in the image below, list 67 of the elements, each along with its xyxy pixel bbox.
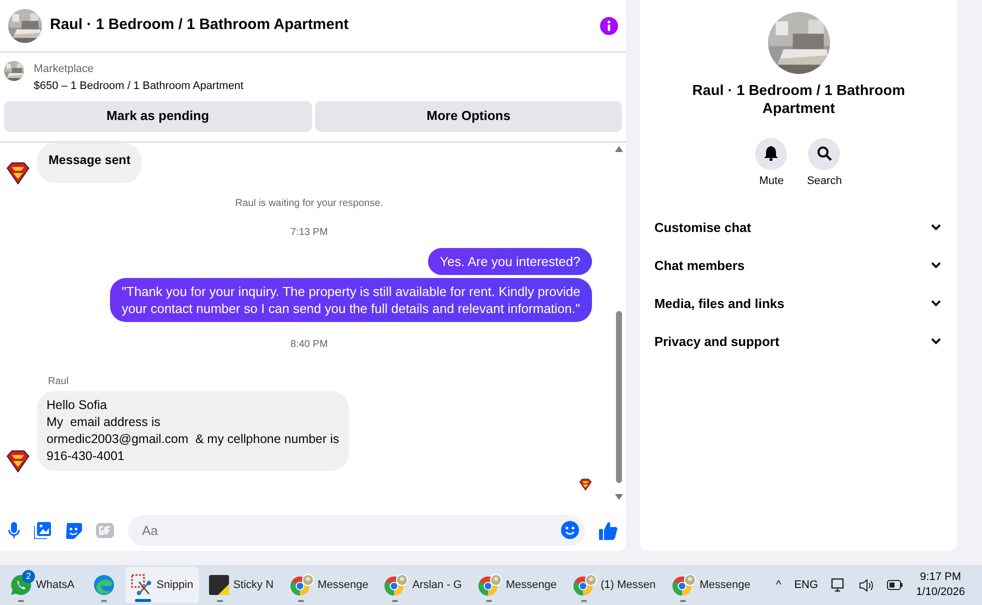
bell-icon (764, 146, 778, 161)
sticker-icon[interactable] (65, 522, 82, 538)
section-header[interactable]: Chat members (654, 246, 943, 285)
browser-icon (478, 574, 502, 596)
search-icon (816, 146, 832, 161)
taskbar-app[interactable]: WhatsA 2 (4, 567, 81, 603)
running-indicator (680, 600, 686, 602)
conversation-title: Raul · 1 Bedroom / 1 Bathroom Apartment (691, 82, 906, 118)
search-label: Search (806, 174, 842, 189)
browser-icon (572, 574, 597, 596)
message-input[interactable]: Aa (128, 514, 586, 546)
language-indicator[interactable]: ENG (794, 576, 818, 594)
taskbar-app[interactable]: Sticky N (203, 567, 280, 603)
taskbar-app[interactable]: Snippin (124, 567, 200, 603)
section-header[interactable]: Privacy and support (654, 322, 943, 361)
emoji-icon[interactable] (561, 521, 580, 539)
search-button[interactable] (808, 138, 840, 170)
clock-time[interactable]: 9:17 PM (916, 570, 965, 585)
scissors-icon (130, 574, 153, 596)
message-bubble: Yes. Are you interested? (428, 248, 592, 274)
info-icon[interactable] (600, 16, 618, 34)
browser-icon (384, 574, 408, 596)
image-icon[interactable] (34, 522, 51, 538)
speaker-icon[interactable] (859, 578, 874, 592)
message-time: 8:40 PM (290, 338, 329, 352)
browser-icon (672, 574, 696, 596)
message-bubble: Message sent (36, 142, 142, 182)
taskbar-app[interactable]: Messenge (666, 567, 756, 603)
clock-date[interactable]: 1/10/2026 (916, 585, 965, 600)
bell-label: Mute (759, 174, 784, 189)
running-indicator (217, 600, 224, 602)
listing-summary: $650 – 1 Bedroom / 1 Bathroom Apartment (34, 78, 244, 94)
chat-title: Raul · 1 Bedroom / 1 Bathroom Apartment (50, 15, 350, 36)
status-note: Raul is waiting for your response. (234, 196, 384, 210)
section-header[interactable]: Media, files and links (654, 284, 943, 323)
microphone-icon[interactable] (8, 522, 20, 538)
taskbar-app[interactable]: (1) Messen (566, 567, 662, 603)
badge-count: 2 (22, 570, 35, 583)
seen-icon (579, 478, 592, 490)
listing-source: Marketplace (34, 62, 95, 77)
like-icon[interactable] (599, 520, 618, 540)
overflow-button[interactable]: ^ (776, 576, 782, 594)
network-icon[interactable] (831, 578, 846, 592)
taskbar-app[interactable]: Messenge (472, 567, 563, 603)
running-indicator (486, 600, 492, 602)
running-indicator (392, 600, 398, 602)
battery-icon[interactable] (887, 580, 904, 590)
message-bubble: Hello Sofia My email address is ormedic2003@gmail.com & my cellphone number is 916-430-4001 (36, 391, 350, 471)
running-indicator (134, 599, 151, 602)
message-time: 7:13 PM (290, 226, 329, 240)
running-indicator (100, 600, 107, 602)
note-icon (209, 575, 230, 595)
bell-button[interactable] (755, 138, 788, 170)
browser-icon (290, 574, 314, 596)
sender-name: Raul (48, 375, 70, 389)
section-header[interactable]: Customise chat (654, 208, 943, 247)
more-options-button[interactable]: More Options (314, 100, 622, 132)
mark-pending-button[interactable]: Mark as pending (4, 100, 312, 132)
message-bubble: "Thank you for your inquiry. The property is still available for rent. Kindly provide your contact number so I can send you the full details and relevant information." (110, 278, 592, 322)
running-indicator (580, 600, 587, 602)
avatar-icon (6, 449, 30, 473)
taskbar-app[interactable]: Messenge (284, 567, 374, 603)
wave-circle-icon (92, 574, 115, 596)
taskbar-app[interactable]: Arslan - G (378, 567, 468, 603)
running-indicator (298, 600, 304, 602)
running-indicator (18, 600, 24, 602)
avatar-icon (6, 160, 30, 184)
